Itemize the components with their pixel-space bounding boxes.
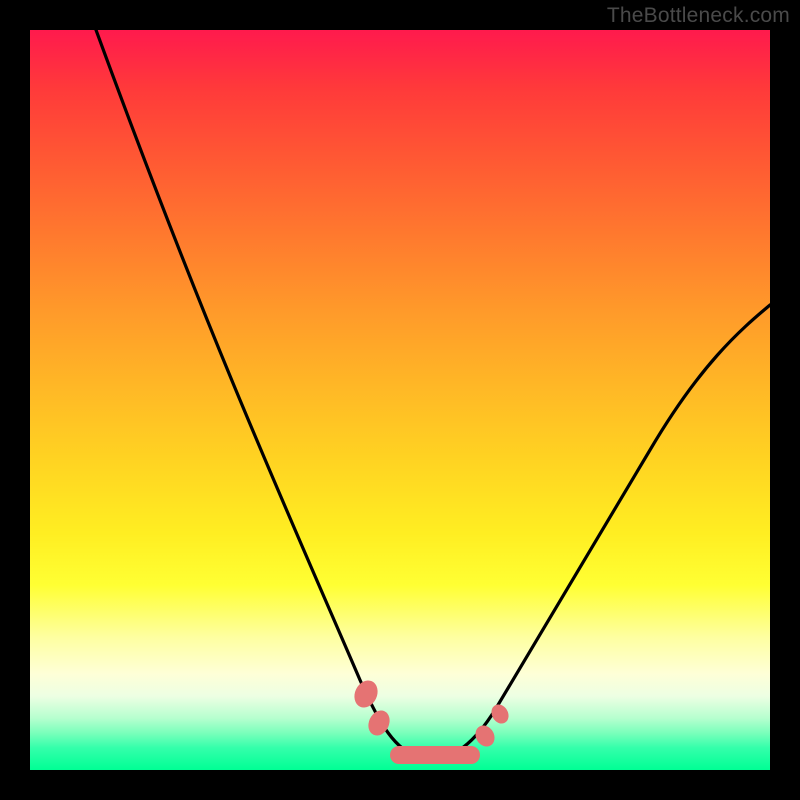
- outer-frame: TheBottleneck.com: [0, 0, 800, 800]
- marker-dot: [488, 701, 512, 726]
- marker-dot: [472, 722, 499, 750]
- marker-bar: [390, 746, 480, 764]
- chart-svg: [30, 30, 770, 770]
- marker-dot: [350, 677, 382, 712]
- watermark-text: TheBottleneck.com: [607, 4, 790, 28]
- plot-area: [30, 30, 770, 770]
- curve-path: [96, 30, 770, 759]
